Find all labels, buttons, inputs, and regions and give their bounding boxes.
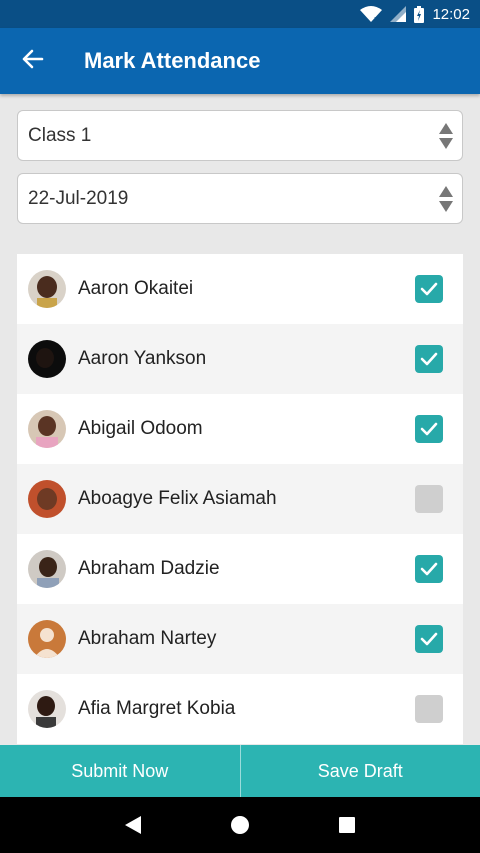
attendance-checkbox[interactable] bbox=[415, 275, 443, 303]
student-name: Abraham Dadzie bbox=[78, 558, 220, 579]
page-title: Mark Attendance bbox=[84, 48, 261, 73]
recents-square-icon bbox=[338, 817, 355, 833]
sort-arrows-icon bbox=[438, 122, 454, 156]
action-bar: Submit Now Save Draft bbox=[0, 745, 480, 797]
battery-icon bbox=[414, 5, 425, 23]
signal-icon bbox=[390, 6, 407, 22]
submit-now-button[interactable]: Submit Now bbox=[0, 745, 240, 797]
nav-home-button[interactable] bbox=[220, 805, 260, 845]
svg-text:x: x bbox=[374, 15, 378, 22]
arrow-left-icon bbox=[22, 49, 44, 74]
student-name: Aboagye Felix Asiamah bbox=[78, 488, 277, 509]
checkmark-icon bbox=[420, 632, 438, 646]
date-select[interactable]: 22-Jul-2019 bbox=[17, 173, 463, 224]
checkmark-icon bbox=[420, 282, 438, 296]
checkmark-icon bbox=[420, 562, 438, 576]
attendance-checkbox[interactable] bbox=[415, 485, 443, 513]
avatar bbox=[28, 550, 66, 588]
person-placeholder-icon bbox=[28, 620, 66, 658]
avatar bbox=[28, 270, 66, 308]
student-name: Afia Margret Kobia bbox=[78, 698, 236, 719]
attendance-checkbox[interactable] bbox=[415, 625, 443, 653]
sort-arrows-icon bbox=[438, 185, 454, 219]
date-select-value: 22-Jul-2019 bbox=[28, 187, 129, 209]
back-triangle-icon bbox=[125, 816, 142, 834]
student-name: Abigail Odoom bbox=[78, 418, 203, 439]
app-bar: Mark Attendance bbox=[0, 28, 480, 94]
status-bar: x 12:02 bbox=[0, 0, 480, 28]
student-row[interactable]: Abraham Nartey bbox=[17, 604, 463, 674]
divider bbox=[239, 745, 241, 797]
avatar bbox=[28, 340, 66, 378]
class-select[interactable]: Class 1 bbox=[17, 110, 463, 161]
avatar bbox=[28, 620, 66, 658]
avatar bbox=[28, 410, 66, 448]
wifi-icon: x bbox=[360, 6, 383, 22]
attendance-checkbox[interactable] bbox=[415, 345, 443, 373]
student-row[interactable]: Aboagye Felix Asiamah bbox=[17, 464, 463, 534]
back-button[interactable] bbox=[0, 28, 66, 94]
status-time: 12:02 bbox=[432, 5, 470, 23]
attendance-checkbox[interactable] bbox=[415, 555, 443, 583]
save-draft-button[interactable]: Save Draft bbox=[241, 745, 480, 797]
avatar bbox=[28, 690, 66, 728]
student-row[interactable]: Aaron Okaitei bbox=[17, 254, 463, 324]
checkmark-icon bbox=[420, 422, 438, 436]
checkmark-icon bbox=[420, 352, 438, 366]
student-row[interactable]: Aaron Yankson bbox=[17, 324, 463, 394]
attendance-checkbox[interactable] bbox=[415, 415, 443, 443]
student-name: Aaron Okaitei bbox=[78, 278, 194, 299]
nav-recents-button[interactable] bbox=[327, 805, 367, 845]
nav-back-button[interactable] bbox=[113, 805, 153, 845]
student-row[interactable]: Afia Margret Kobia bbox=[17, 674, 463, 744]
system-nav-bar bbox=[0, 797, 480, 853]
avatar bbox=[28, 480, 66, 518]
student-name: Aaron Yankson bbox=[78, 348, 207, 369]
home-circle-icon bbox=[230, 816, 249, 834]
student-row[interactable]: Abraham Dadzie bbox=[17, 534, 463, 604]
class-select-value: Class 1 bbox=[28, 124, 92, 146]
student-name: Abraham Nartey bbox=[78, 628, 217, 649]
student-row[interactable]: Abigail Odoom bbox=[17, 394, 463, 464]
attendance-checkbox[interactable] bbox=[415, 695, 443, 723]
student-list[interactable]: Aaron Okaitei Aaron Yankson Abigail Odoo… bbox=[17, 254, 463, 744]
